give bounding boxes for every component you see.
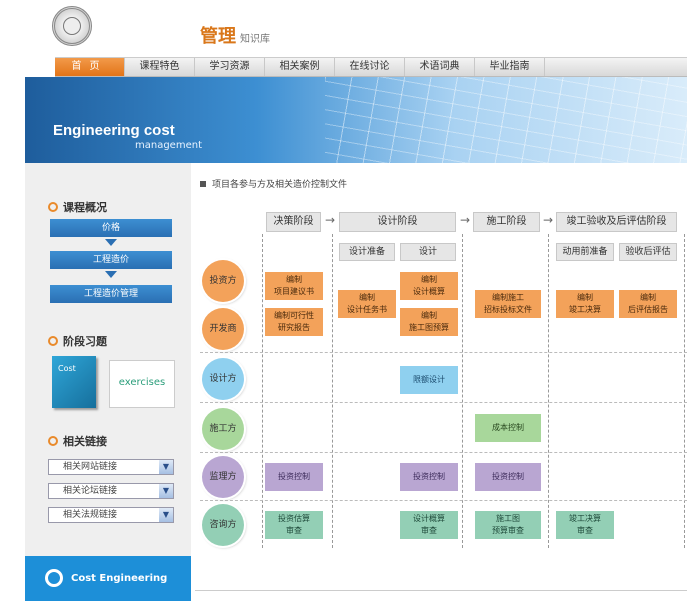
brand-main: 管理 [200, 26, 236, 47]
brand-sub: 知识库 [240, 34, 270, 45]
university-logo[interactable] [52, 6, 92, 46]
down-arrow-icon [105, 271, 117, 278]
task-investment-control-decision[interactable]: 投资控制 [265, 463, 323, 491]
chevron-down-icon[interactable]: ▼ [159, 508, 173, 522]
circle-bullet-icon [48, 436, 58, 446]
select-value: 相关网站链接 [63, 462, 118, 472]
circle-bullet-icon [48, 336, 58, 346]
nav-related-cases[interactable]: 相关案例 [265, 58, 335, 76]
role-designer[interactable]: 设计方 [202, 358, 244, 400]
nav-learning-resources[interactable]: 学习资源 [195, 58, 265, 76]
task-post-evaluation-report[interactable]: 编制 后评估报告 [619, 290, 677, 318]
task-final-accounts[interactable]: 编制 竣工决算 [556, 290, 614, 318]
task-estimate-review[interactable]: 投资估算 审查 [265, 511, 323, 539]
banner-subtitle: management [135, 140, 202, 151]
stage-acceptance: 竣工验收及后评估阶段 [556, 212, 677, 232]
section-title: 项目各参与方及相关造价控制文件 [200, 177, 347, 190]
right-arrow-icon: → [325, 213, 336, 227]
substage-design: 设计 [400, 243, 456, 261]
practice-heading-label: 阶段习题 [63, 335, 107, 348]
nav-glossary[interactable]: 术语词典 [405, 58, 475, 76]
task-investment-control-construction[interactable]: 投资控制 [475, 463, 541, 491]
stage-design: 设计阶段 [339, 212, 456, 232]
task-design-estimate[interactable]: 编制 设计概算 [400, 272, 458, 300]
substage-post-evaluation: 验收后评估 [619, 243, 677, 261]
task-cost-control[interactable]: 成本控制 [475, 414, 541, 442]
role-supervisor[interactable]: 监理方 [202, 456, 244, 498]
stage-decision: 决策阶段 [266, 212, 321, 232]
overview-heading: 课程概况 [48, 199, 107, 215]
substage-design-prep: 设计准备 [339, 243, 395, 261]
square-bullet-icon [200, 181, 206, 187]
role-investor[interactable]: 投资方 [202, 260, 244, 302]
right-arrow-icon: → [543, 213, 554, 227]
cost-book-cover[interactable]: Cost [52, 356, 96, 408]
links-heading-label: 相关链接 [63, 435, 107, 448]
website-links-select[interactable]: 相关网站链接 ▼ [48, 459, 174, 475]
task-design-estimate-review[interactable]: 设计概算 审查 [400, 511, 458, 539]
site-brand: 管理 知识库 [200, 22, 270, 48]
cost-engineering-button[interactable]: Cost Engineering [25, 556, 191, 601]
role-developer[interactable]: 开发商 [202, 308, 244, 350]
task-construction-budget[interactable]: 编制 施工图预算 [400, 308, 458, 336]
role-contractor[interactable]: 施工方 [202, 408, 244, 450]
divider [200, 352, 687, 353]
banner-title: Engineering cost [53, 122, 175, 139]
divider [200, 402, 687, 403]
divider [200, 500, 687, 501]
task-design-brief[interactable]: 编制 设计任务书 [338, 290, 396, 318]
circle-icon [45, 569, 63, 587]
forum-links-select[interactable]: 相关论坛链接 ▼ [48, 483, 174, 499]
nav-home[interactable]: 首页 [55, 58, 125, 76]
task-feasibility-report[interactable]: 编制可行性 研究报告 [265, 308, 323, 336]
solar-panel-graphic [325, 77, 687, 163]
cost-engineering-label: Cost Engineering [71, 573, 168, 584]
flow-cost-management[interactable]: 工程造价管理 [50, 285, 172, 303]
section-title-label: 项目各参与方及相关造价控制文件 [212, 180, 348, 190]
flow-project-cost[interactable]: 工程造价 [50, 251, 172, 269]
regulation-links-select[interactable]: 相关法规链接 ▼ [48, 507, 174, 523]
divider [200, 452, 687, 453]
task-project-proposal[interactable]: 编制 项目建议书 [265, 272, 323, 300]
main-nav: 首页 课程特色 学习资源 相关案例 在线讨论 术语词典 毕业指南 [55, 57, 687, 77]
nav-online-discussion[interactable]: 在线讨论 [335, 58, 405, 76]
links-heading: 相关链接 [48, 433, 107, 449]
exercises-link[interactable]: exercises [109, 360, 175, 408]
practice-heading: 阶段习题 [48, 333, 107, 349]
substage-pre-operation: 动用前准备 [556, 243, 614, 261]
right-arrow-icon: → [460, 213, 471, 227]
task-budget-review[interactable]: 施工图 预算审查 [475, 511, 541, 539]
hero-banner: Engineering cost management [25, 77, 687, 163]
task-tender-documents[interactable]: 编制施工 招标投标文件 [475, 290, 541, 318]
role-consultant[interactable]: 咨询方 [202, 504, 244, 546]
chevron-down-icon[interactable]: ▼ [159, 484, 173, 498]
task-limit-design[interactable]: 限额设计 [400, 366, 458, 394]
chevron-down-icon[interactable]: ▼ [159, 460, 173, 474]
nav-course-features[interactable]: 课程特色 [125, 58, 195, 76]
task-final-accounts-review[interactable]: 竣工决算 审查 [556, 511, 614, 539]
stage-construction: 施工阶段 [473, 212, 540, 232]
circle-bullet-icon [48, 202, 58, 212]
overview-heading-label: 课程概况 [63, 201, 107, 214]
flow-price[interactable]: 价格 [50, 219, 172, 237]
down-arrow-icon [105, 239, 117, 246]
sidebar: 课程概况 价格 工程造价 工程造价管理 阶段习题 Cost exercises … [25, 163, 191, 601]
page: 管理 知识库 首页 课程特色 学习资源 相关案例 在线讨论 术语词典 毕业指南 E… [0, 0, 700, 601]
nav-graduation-guide[interactable]: 毕业指南 [475, 58, 545, 76]
select-value: 相关法规链接 [63, 510, 118, 520]
select-value: 相关论坛链接 [63, 486, 118, 496]
task-investment-control-design[interactable]: 投资控制 [400, 463, 458, 491]
divider [195, 590, 687, 591]
